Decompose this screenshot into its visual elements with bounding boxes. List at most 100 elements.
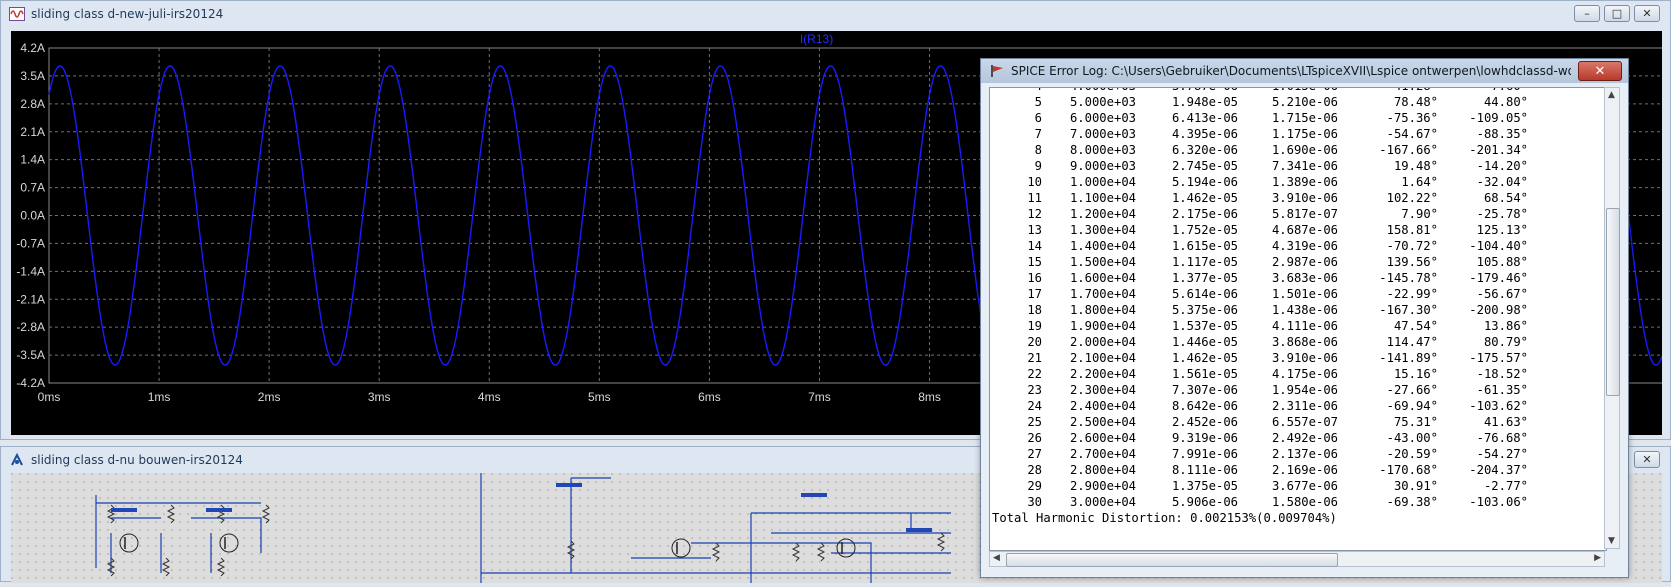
fourier-row: 8 8.000e+03 6.320e-06 1.690e-06 -167.66° -201… [990, 142, 1590, 158]
phase: -141.89° [1379, 351, 1438, 365]
y-tick-label: 4.2A [20, 41, 45, 55]
schematic-close-button[interactable]: ✕ [1634, 451, 1660, 468]
fourier-row: 21 2.100e+04 1.462e-05 3.910e-06 -141.89° -17… [990, 350, 1590, 366]
fourier-row: 28 2.800e+04 8.111e-06 2.169e-06 -170.68° -20… [990, 462, 1590, 478]
harmonic-number: 16 [1027, 271, 1042, 285]
phase: -70.72° [1386, 239, 1438, 253]
normalized-component: 2.987e-06 [1271, 255, 1338, 269]
normalized-component: 3.868e-06 [1271, 335, 1338, 349]
normalized-component: 3.677e-06 [1271, 479, 1338, 493]
harmonic-number: 22 [1027, 367, 1042, 381]
phase: 15.16° [1393, 367, 1438, 381]
y-tick-label: -3.5A [16, 348, 45, 362]
fourier-component: 1.375e-05 [1171, 479, 1238, 493]
y-tick-label: -4.2A [16, 376, 45, 390]
fourier-row: 11 1.100e+04 1.462e-05 3.910e-06 102.22° 68.5… [990, 190, 1590, 206]
fourier-row: 17 1.700e+04 5.614e-06 1.501e-06 -22.99° -56.… [990, 286, 1590, 302]
component-label-block [111, 508, 137, 512]
fourier-row: 26 2.600e+04 9.319e-06 2.492e-06 -43.00° -76.… [990, 430, 1590, 446]
normalized-component: 2.311e-06 [1271, 399, 1338, 413]
frequency: 2.500e+04 [1069, 415, 1136, 429]
ltspice-waveform-icon [9, 7, 25, 21]
frequency: 2.600e+04 [1069, 431, 1136, 445]
component-label-block [556, 483, 582, 487]
frequency: 2.800e+04 [1069, 463, 1136, 477]
normalized-phase: 125.13° [1476, 223, 1528, 237]
normalized-component: 1.438e-06 [1271, 303, 1338, 317]
x-tick-label: 2ms [258, 390, 281, 404]
fourier-row: 19 1.900e+04 1.537e-05 4.111e-06 47.54° 13.86… [990, 318, 1590, 334]
normalized-phase: 80.79° [1483, 335, 1528, 349]
fourier-component: 1.752e-05 [1171, 223, 1238, 237]
schematic-icon [9, 453, 25, 467]
x-tick-label: 0ms [38, 390, 61, 404]
component-label-block [801, 493, 827, 497]
fourier-component: 1.537e-05 [1171, 319, 1238, 333]
harmonic-number: 19 [1027, 319, 1042, 333]
normalized-component: 1.715e-06 [1271, 111, 1338, 125]
fourier-row: 25 2.500e+04 2.452e-06 6.557e-07 75.31° 41.63… [990, 414, 1590, 430]
y-tick-label: 2.1A [20, 125, 45, 139]
normalized-phase: -61.35° [1476, 383, 1528, 397]
normalized-phase: -25.78° [1476, 207, 1528, 221]
normalized-phase: -103.62° [1469, 399, 1528, 413]
frequency: 2.300e+04 [1069, 383, 1136, 397]
fourier-component: 5.375e-06 [1171, 303, 1238, 317]
schematic-window-title: sliding class d-nu bouwen-irs20124 [31, 453, 243, 467]
frequency: 1.300e+04 [1069, 223, 1136, 237]
harmonic-number: 25 [1027, 415, 1042, 429]
frequency: 1.000e+04 [1069, 175, 1136, 189]
fourier-row: 22 2.200e+04 1.561e-05 4.175e-06 15.16° -18.5… [990, 366, 1590, 382]
error-log-close-button[interactable]: ✕ [1578, 61, 1622, 81]
spice-error-log-dialog: SPICE Error Log: C:\Users\Gebruiker\Docu… [980, 58, 1629, 578]
restore-button[interactable]: □ [1604, 5, 1630, 22]
harmonic-number: 30 [1027, 495, 1042, 509]
fourier-component: 2.745e-05 [1171, 159, 1238, 173]
horizontal-scroll-thumb[interactable] [1006, 553, 1338, 567]
scroll-right-arrow-icon[interactable]: ▶ [1594, 553, 1601, 563]
phase: -27.66° [1386, 383, 1438, 397]
fourier-row: 12 1.200e+04 2.175e-06 5.817e-07 7.90° -25.78… [990, 206, 1590, 222]
fourier-row: 7 7.000e+03 4.395e-06 1.175e-06 -54.67° -88.3… [990, 126, 1590, 142]
harmonic-number: 10 [1027, 175, 1042, 189]
y-tick-label: -0.7A [16, 236, 45, 250]
scroll-up-arrow-icon[interactable]: ▲ [1608, 90, 1615, 100]
harmonic-number: 8 [1034, 143, 1042, 157]
frequency: 8.000e+03 [1069, 143, 1136, 157]
error-log-title: SPICE Error Log: C:\Users\Gebruiker\Docu… [1011, 64, 1571, 78]
horizontal-scrollbar[interactable]: ◀ ▶ [989, 551, 1605, 567]
phase: -167.66° [1379, 143, 1438, 157]
scroll-down-arrow-icon[interactable]: ▼ [1608, 536, 1615, 546]
vertical-scroll-thumb[interactable] [1606, 208, 1620, 396]
normalized-phase: -88.35° [1476, 127, 1528, 141]
minimize-button[interactable]: – [1574, 5, 1600, 22]
plot-titlebar[interactable]: sliding class d-new-juli-irs20124 – □ ✕ [1, 1, 1670, 27]
fourier-row: 14 1.400e+04 1.615e-05 4.319e-06 -70.72° -104… [990, 238, 1590, 254]
fourier-component: 6.320e-06 [1171, 143, 1238, 157]
normalized-component: 5.817e-07 [1271, 207, 1338, 221]
error-log-text-area[interactable]: 44.000e+033.787e-061.013e-0641.28°7.60°5… [989, 87, 1607, 551]
phase: -54.67° [1386, 127, 1438, 141]
normalized-component: 4.111e-06 [1271, 319, 1338, 333]
normalized-component: 1.389e-06 [1271, 175, 1338, 189]
phase: 158.81° [1386, 223, 1438, 237]
normalized-phase: -109.05° [1469, 111, 1528, 125]
plot-window-title: sliding class d-new-juli-irs20124 [31, 7, 224, 21]
normalized-phase: -103.06° [1469, 495, 1528, 509]
harmonic-number: 12 [1027, 207, 1042, 221]
close-button[interactable]: ✕ [1634, 5, 1660, 22]
phase: -69.38° [1386, 495, 1438, 509]
phase: -43.00° [1386, 431, 1438, 445]
trace-label[interactable]: I(R13) [800, 32, 833, 46]
vertical-scrollbar[interactable]: ▲ ▼ [1604, 87, 1620, 549]
fourier-component: 1.561e-05 [1171, 367, 1238, 381]
normalized-component: 1.175e-06 [1271, 127, 1338, 141]
scroll-left-arrow-icon[interactable]: ◀ [993, 553, 1000, 563]
phase: 139.56° [1386, 255, 1438, 269]
error-log-titlebar[interactable]: SPICE Error Log: C:\Users\Gebruiker\Docu… [981, 59, 1628, 83]
fourier-row: 27 2.700e+04 7.991e-06 2.137e-06 -20.59° -54.… [990, 446, 1590, 462]
normalized-component: 3.683e-06 [1271, 271, 1338, 285]
x-tick-label: 8ms [918, 390, 941, 404]
fourier-row: 29 2.900e+04 1.375e-05 3.677e-06 30.91° -2.77… [990, 478, 1590, 494]
component-label-block [906, 528, 932, 532]
